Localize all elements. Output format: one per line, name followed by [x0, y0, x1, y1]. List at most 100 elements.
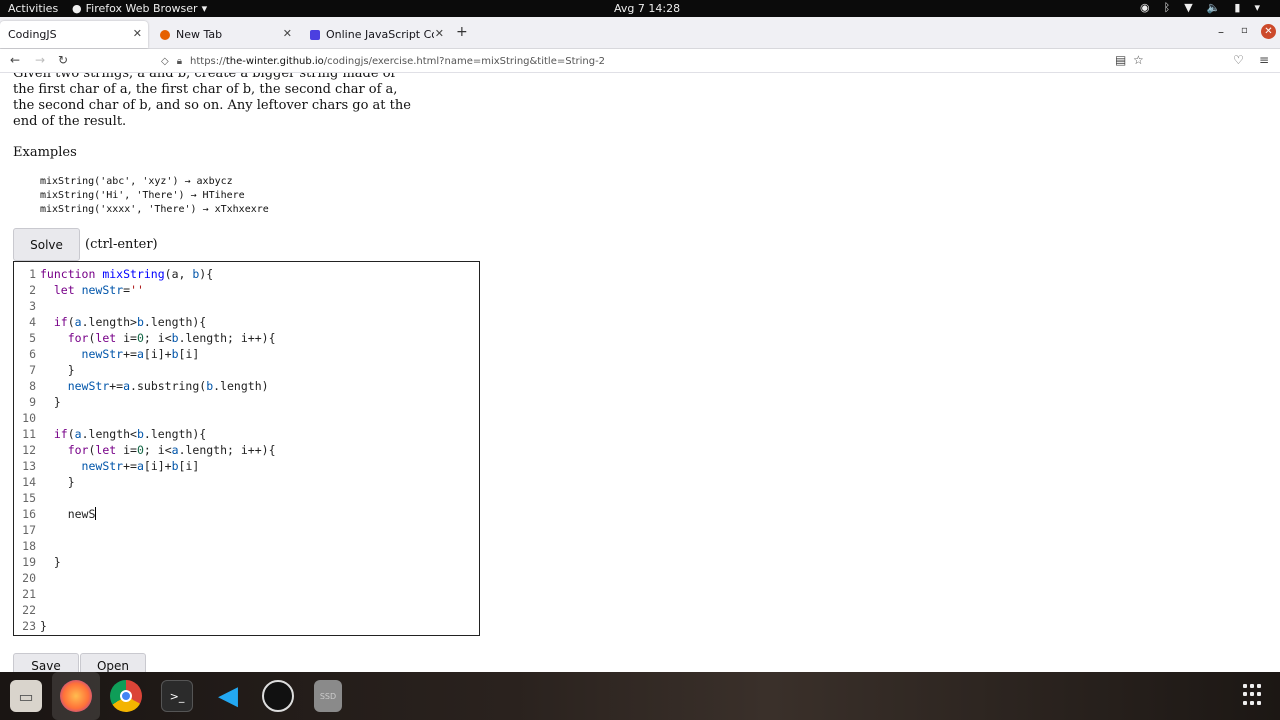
problem-description: Given two strings, a and b, create a big… — [13, 73, 411, 129]
line-number: 11 — [22, 427, 36, 441]
examples-list: mixString('abc', 'xyz') → axbycz mixStri… — [40, 175, 269, 217]
close-tab-icon[interactable]: ✕ — [133, 27, 142, 40]
line-number-gutter: 1 2 3 4 5 6 7 8 9 10 11 12 13 14 15 16 17 18 19 20 21 22 23 — [14, 266, 36, 634]
system-tray[interactable]: ◉ ᛒ ▼ 🔈 ▮ ▾ — [1140, 1, 1260, 14]
pocket-icon[interactable]: ♡ — [1233, 53, 1244, 67]
line-number: 20 — [22, 571, 36, 585]
firefox-favicon-icon — [160, 29, 170, 40]
code-line[interactable]: if(a.length<b.length){ — [40, 426, 276, 442]
restore-icon[interactable]: ▫ — [1241, 25, 1248, 36]
code-line[interactable]: } — [40, 362, 276, 378]
code-editor[interactable]: 1 2 3 4 5 6 7 8 9 10 11 12 13 14 15 16 17 18 19 20 21 22 23 fu… — [13, 261, 480, 636]
show-applications-icon[interactable] — [1243, 684, 1265, 706]
line-number: 12 — [22, 443, 36, 457]
line-number: 4 — [29, 315, 36, 329]
activities-button[interactable]: Activities — [8, 2, 58, 15]
line-number: 17 — [22, 523, 36, 537]
code-line[interactable] — [40, 410, 276, 426]
code-line[interactable] — [40, 298, 276, 314]
code-line[interactable]: newStr+=a.substring(b.length) — [40, 378, 276, 394]
code-line[interactable]: if(a.length>b.length){ — [40, 314, 276, 330]
minimize-icon[interactable]: – — [1218, 25, 1224, 39]
ssd-icon[interactable]: SSD — [314, 680, 342, 712]
line-number: 19 — [22, 555, 36, 569]
code-line[interactable]: newS — [40, 506, 276, 522]
chrome-tray-icon[interactable]: ◉ — [1140, 1, 1150, 14]
reload-icon[interactable]: ↻ — [58, 53, 68, 67]
url-text: https://the-winter.github.io/codingjs/ex… — [190, 55, 606, 67]
code-line[interactable] — [40, 586, 276, 602]
code-line[interactable]: newStr+=a[i]+b[i] — [40, 346, 276, 362]
line-number: 14 — [22, 475, 36, 489]
obs-icon[interactable] — [262, 680, 294, 712]
code-area[interactable]: function mixString(a, b){ let newStr='' … — [40, 266, 276, 634]
code-line[interactable]: let newStr='' — [40, 282, 276, 298]
system-menu-chevron-icon: ▾ — [1254, 1, 1260, 14]
tab-new-tab[interactable]: New Tab ✕ — [152, 21, 298, 48]
tab-codingjs[interactable]: CodingJS ✕ — [0, 21, 148, 48]
clock[interactable]: Avg 7 14:28 — [614, 2, 680, 15]
bluetooth-icon: ᛒ — [1163, 1, 1171, 14]
line-number: 2 — [29, 283, 36, 297]
tab-online-js-compiler[interactable]: Online JavaScript Compil ✕ — [302, 21, 450, 48]
line-number: 21 — [22, 587, 36, 601]
line-number: 7 — [29, 363, 36, 377]
solve-button[interactable]: Solve — [13, 228, 80, 261]
code-line[interactable]: for(let i=0; i<a.length; i++){ — [40, 442, 276, 458]
close-tab-icon[interactable]: ✕ — [435, 27, 444, 40]
line-number: 6 — [29, 347, 36, 361]
examples-heading: Examples — [13, 145, 77, 160]
code-line[interactable] — [40, 538, 276, 554]
wifi-icon: ▼ — [1184, 1, 1193, 14]
code-line[interactable]: for(let i=0; i<b.length; i++){ — [40, 330, 276, 346]
code-line[interactable] — [40, 570, 276, 586]
example-line: mixString('abc', 'xyz') → axbycz — [40, 176, 233, 187]
code-line[interactable]: function mixString(a, b){ — [40, 266, 276, 282]
window-close-icon[interactable]: ✕ — [1261, 24, 1276, 39]
tab-label: New Tab — [176, 28, 223, 41]
example-line: mixString('xxxx', 'There') → xTxhxexre — [40, 204, 269, 215]
url-bar[interactable]: ◇ 🔒︎ https://the-winter.github.io/coding… — [155, 50, 1155, 72]
line-number: 23 — [22, 619, 36, 633]
save-button[interactable]: Save — [13, 653, 79, 672]
code-line[interactable]: } — [40, 394, 276, 410]
menu-hamburger-icon[interactable]: ≡ — [1259, 53, 1269, 67]
back-arrow-icon[interactable]: ← — [10, 53, 20, 67]
line-number: 22 — [22, 603, 36, 617]
system-top-bar: Activities ● Firefox Web Browser ▾ Avg 7… — [0, 0, 1280, 17]
line-number: 16 — [22, 507, 36, 521]
firefox-icon[interactable] — [60, 680, 92, 712]
lock-icon[interactable]: 🔒︎ — [177, 56, 182, 67]
code-line[interactable] — [40, 602, 276, 618]
code-line[interactable]: newStr+=a[i]+b[i] — [40, 458, 276, 474]
navigation-bar: ← → ↻ ◇ 🔒︎ https://the-winter.github.io/… — [0, 49, 1280, 73]
shield-icon[interactable]: ◇ — [161, 56, 169, 67]
chevron-down-icon: ▾ — [201, 2, 208, 15]
terminal-icon[interactable]: >_ — [161, 680, 193, 712]
bookmark-star-icon[interactable]: ☆ — [1133, 53, 1144, 67]
page-content: Given two strings, a and b, create a big… — [0, 73, 1280, 672]
chrome-icon[interactable] — [110, 680, 142, 712]
code-line[interactable] — [40, 490, 276, 506]
battery-icon: ▮ — [1234, 1, 1241, 14]
vscode-icon[interactable]: ◀ — [212, 680, 244, 712]
close-tab-icon[interactable]: ✕ — [283, 27, 292, 40]
code-line[interactable]: } — [40, 474, 276, 490]
line-number: 10 — [22, 411, 36, 425]
files-icon[interactable]: ▭ — [10, 680, 42, 712]
volume-icon: 🔈 — [1206, 1, 1221, 14]
open-button[interactable]: Open — [80, 653, 146, 672]
solve-shortcut-hint: (ctrl-enter) — [85, 237, 158, 252]
text-cursor — [95, 507, 97, 520]
code-line[interactable] — [40, 522, 276, 538]
app-menu[interactable]: ● Firefox Web Browser ▾ — [72, 2, 207, 15]
line-number: 8 — [29, 379, 36, 393]
code-line[interactable]: } — [40, 554, 276, 570]
code-line[interactable]: } — [40, 618, 276, 634]
forward-arrow-icon[interactable]: → — [35, 53, 45, 67]
new-tab-plus-icon[interactable]: + — [456, 24, 468, 40]
reader-mode-icon[interactable]: ▤ — [1115, 53, 1126, 67]
line-number: 13 — [22, 459, 36, 473]
firefox-mini-icon: ● — [72, 2, 82, 15]
compiler-favicon-icon — [310, 29, 320, 40]
